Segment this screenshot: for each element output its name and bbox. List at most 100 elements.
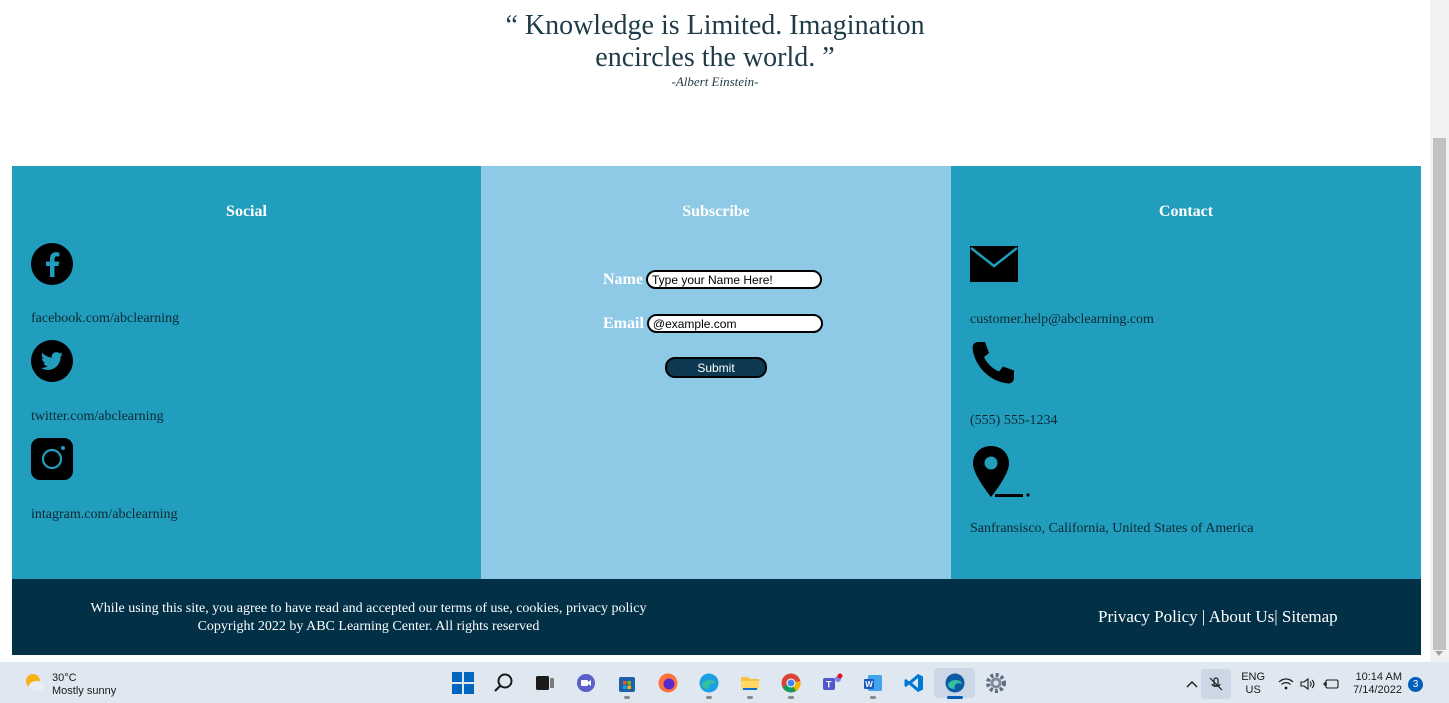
social-link-instagram[interactable]: intagram.com/abclearning — [31, 507, 178, 523]
search-icon — [493, 673, 512, 692]
teams-icon: T — [822, 673, 842, 690]
legal-text: While using this site, you agree to have… — [12, 600, 725, 636]
svg-text:T: T — [826, 680, 832, 690]
start-button[interactable] — [442, 668, 483, 698]
vertical-scrollbar[interactable] — [1430, 0, 1449, 662]
facebook-icon[interactable] — [31, 243, 179, 290]
clock-time: 10:14 AM — [1355, 671, 1402, 683]
phone-icon — [970, 340, 1058, 391]
name-row: Name — [603, 270, 822, 289]
quote-text: “ Knowledge is Limited. Imagination enci… — [505, 10, 925, 73]
file-explorer-icon — [740, 677, 759, 690]
svg-text:W: W — [865, 680, 873, 689]
email-label: Email — [603, 314, 644, 332]
social-link-facebook[interactable]: facebook.com/abclearning — [31, 311, 179, 327]
clock-date: 7/14/2022 — [1353, 684, 1402, 696]
search-button[interactable] — [483, 668, 524, 698]
vscode-button[interactable] — [893, 668, 934, 698]
contact-column: Contact customer.help@abclearning.com (5… — [951, 166, 1421, 579]
mail-icon — [970, 246, 1154, 287]
social-column: Social facebook.com/abclearning twitter.… — [12, 166, 481, 579]
firefox-button[interactable] — [647, 668, 688, 698]
volume-icon[interactable] — [1300, 677, 1316, 691]
contact-email[interactable]: customer.help@abclearning.com — [970, 312, 1154, 328]
copyright: Copyright 2022 by ABC Learning Center. A… — [197, 619, 540, 634]
instagram-icon[interactable] — [31, 438, 178, 485]
word-button[interactable]: W — [852, 668, 893, 699]
taskbar-apps: T W — [442, 668, 1016, 699]
contact-address: Sanfransisco, California, United States … — [970, 521, 1254, 536]
running-indicator — [869, 696, 876, 699]
running-indicator — [623, 696, 630, 699]
contact-item-phone[interactable]: (555) 555-1234 — [970, 340, 1058, 429]
social-title: Social — [226, 203, 267, 220]
edge-button[interactable] — [688, 668, 729, 699]
chat-button[interactable] — [565, 668, 606, 698]
region-code: US — [1245, 684, 1261, 696]
contact-phone[interactable]: (555) 555-1234 — [970, 413, 1058, 429]
social-item-twitter[interactable]: twitter.com/abclearning — [31, 340, 164, 425]
clock[interactable]: 10:14 AM 7/14/2022 — [1353, 671, 1402, 697]
running-indicator — [705, 696, 712, 699]
social-item-facebook[interactable]: facebook.com/abclearning — [31, 243, 179, 327]
task-view-button[interactable] — [524, 668, 565, 698]
social-link-twitter[interactable]: twitter.com/abclearning — [31, 409, 164, 425]
active-indicator — [946, 696, 963, 699]
edge-icon — [699, 673, 718, 693]
email-row: Email — [603, 314, 823, 333]
system-tray: ENG US 10:14 AM 7/14/2022 3 — [1183, 669, 1423, 699]
chrome-icon — [781, 673, 801, 693]
chevron-up-icon[interactable] — [1186, 680, 1198, 688]
weather-widget[interactable]: 30°C Mostly sunny — [24, 671, 116, 698]
sitemap-link[interactable]: Sitemap — [1282, 607, 1338, 626]
name-input[interactable] — [645, 270, 822, 289]
scrollbar-thumb[interactable] — [1433, 138, 1446, 650]
privacy-policy-link[interactable]: Privacy Policy — [1098, 607, 1198, 626]
language-code: ENG — [1241, 671, 1266, 683]
bottom-bar: While using this site, you agree to have… — [12, 579, 1421, 655]
submit-button[interactable]: Submit — [665, 357, 767, 378]
settings-icon — [985, 673, 1006, 693]
edge-dev-button[interactable] — [934, 668, 975, 699]
footer-links: Privacy Policy | About Us| Sitemap — [1098, 607, 1338, 627]
legal-terms: While using this site, you agree to have… — [90, 601, 647, 616]
link-separator: | — [1202, 607, 1209, 626]
store-icon — [618, 677, 635, 692]
running-indicator — [746, 696, 753, 699]
running-indicator — [787, 696, 794, 699]
about-us-link[interactable]: About Us — [1209, 607, 1275, 626]
subscribe-column: Subscribe Name Email Submit — [481, 166, 951, 579]
separator-text: | — [1201, 607, 1206, 626]
chrome-button[interactable] — [770, 668, 811, 699]
name-label: Name — [603, 270, 643, 288]
battery-icon[interactable] — [1322, 678, 1340, 690]
contact-title: Contact — [1158, 203, 1214, 220]
vscode-icon — [904, 674, 923, 692]
wifi-icon[interactable] — [1278, 677, 1294, 691]
subscribe-title: Subscribe — [682, 203, 750, 220]
mic-muted-button[interactable] — [1201, 669, 1232, 699]
store-button[interactable] — [606, 668, 647, 699]
contact-item-address: Sanfransisco, California, United States … — [970, 445, 1253, 537]
weather-sun-icon — [24, 671, 46, 698]
weather-desc: Mostly sunny — [52, 684, 117, 697]
file-explorer-button[interactable] — [729, 668, 770, 699]
windows-taskbar: 30°C Mostly sunny T W ENG US 10:14 AM 7/… — [0, 662, 1449, 703]
quote-author: -Albert Einstein- — [671, 74, 759, 89]
edge-dev-icon — [945, 673, 964, 693]
social-item-instagram[interactable]: intagram.com/abclearning — [31, 438, 178, 523]
scroll-down-arrow-icon[interactable] — [1435, 651, 1443, 656]
task-view-icon — [535, 676, 554, 690]
mic-muted-icon — [1209, 677, 1223, 691]
teams-button[interactable]: T — [811, 668, 852, 698]
settings-button[interactable] — [975, 668, 1016, 698]
email-input[interactable] — [646, 314, 823, 333]
notification-badge[interactable]: 3 — [1408, 676, 1423, 692]
footer-columns: Social facebook.com/abclearning twitter.… — [12, 166, 1421, 579]
language-indicator[interactable]: ENG US — [1241, 671, 1265, 697]
twitter-icon[interactable] — [31, 340, 164, 387]
contact-item-email[interactable]: customer.help@abclearning.com — [970, 246, 1154, 328]
chat-icon — [576, 674, 595, 692]
weather-text: 30°C Mostly sunny — [52, 672, 116, 698]
weather-temp: 30°C — [52, 671, 77, 684]
